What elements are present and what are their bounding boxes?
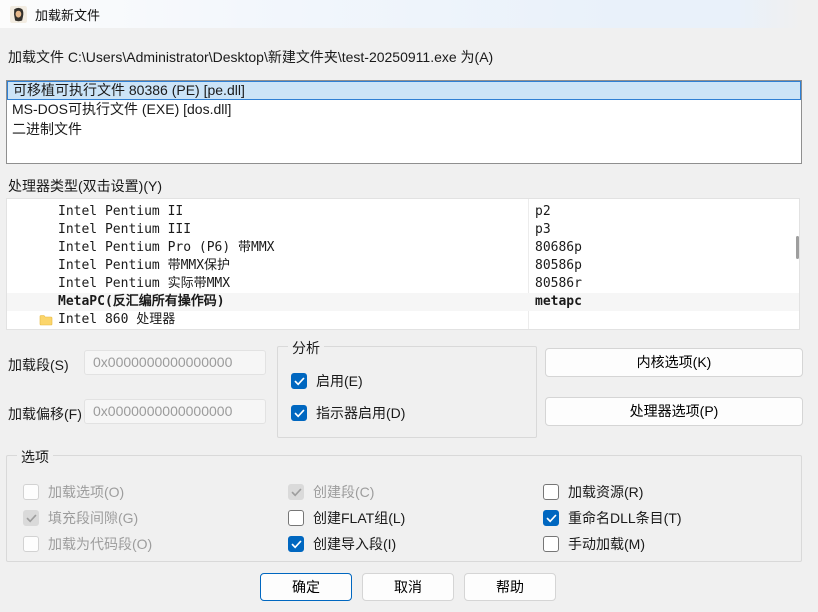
help-button[interactable]: 帮助 [464, 573, 556, 601]
load-file-label: 加载文件 C:\Users\Administrator\Desktop\新建文件… [8, 47, 493, 67]
checkbox-box[interactable] [288, 510, 304, 526]
checkbox-fill-segment-gaps: 填充段间隙(G) [23, 508, 138, 528]
processor-row[interactable]: Intel Pentium III p3 [7, 221, 799, 239]
processor-row[interactable]: Intel Pentium II p2 [7, 203, 799, 221]
checkbox-box [23, 484, 39, 500]
checkbox-load-resources[interactable]: 加载资源(R) [543, 482, 643, 502]
loader-item-pe[interactable]: 可移植可执行文件 80386 (PE) [pe.dll] [7, 81, 801, 100]
load-offset-input: 0x0000000000000000 [84, 399, 266, 424]
checkbox-analysis-enable[interactable]: 启用(E) [291, 371, 363, 391]
load-segment-label: 加载段(S) [8, 355, 69, 375]
checkbox-rename-dll-entries[interactable]: 重命名DLL条目(T) [543, 508, 682, 528]
loader-item-binary[interactable]: 二进制文件 [7, 120, 801, 140]
checkbox-indicator-enable[interactable]: 指示器启用(D) [291, 403, 405, 423]
window-title: 加载新文件 [35, 5, 100, 24]
title-bar: 加载新文件 [0, 0, 818, 28]
checkbox-manual-load[interactable]: 手动加载(M) [543, 534, 645, 554]
load-segment-input: 0x0000000000000000 [84, 350, 266, 375]
ok-button[interactable]: 确定 [260, 573, 352, 601]
checkbox-create-segments: 创建段(C) [288, 482, 374, 502]
processor-row[interactable]: Intel Pentium Pro (P6) 带MMX 80686p [7, 239, 799, 257]
checkbox-load-as-code-segment: 加载为代码段(O) [23, 534, 152, 554]
checkbox-box[interactable] [288, 536, 304, 552]
processor-list[interactable]: Intel Pentium II p2 Intel Pentium III p3… [6, 198, 800, 330]
checkbox-box[interactable] [543, 484, 559, 500]
checkbox-box [288, 484, 304, 500]
processor-row[interactable]: Intel Pentium 实际带MMX 80586r [7, 275, 799, 293]
processor-row-folder[interactable]: Intel 860 处理器 [7, 311, 799, 329]
analysis-group-title: 分析 [288, 338, 324, 358]
ida-app-icon [10, 6, 27, 23]
processor-row[interactable]: Intel Pentium 带MMX保护 80586p [7, 257, 799, 275]
folder-icon [39, 314, 53, 326]
loader-listbox[interactable]: 可移植可执行文件 80386 (PE) [pe.dll] MS-DOS可执行文件… [6, 80, 802, 164]
scrollbar-thumb[interactable] [796, 236, 799, 259]
checkbox-box[interactable] [291, 373, 307, 389]
loader-item-dos[interactable]: MS-DOS可执行文件 (EXE) [dos.dll] [7, 100, 801, 120]
load-offset-label: 加载偏移(F) [8, 404, 82, 424]
checkbox-box [23, 536, 39, 552]
analysis-group: 分析 启用(E) 指示器启用(D) [277, 346, 537, 438]
checkbox-box[interactable] [291, 405, 307, 421]
processor-options-button[interactable]: 处理器选项(P) [545, 397, 803, 426]
checkbox-load-options: 加载选项(O) [23, 482, 124, 502]
checkbox-create-import-segment[interactable]: 创建导入段(I) [288, 534, 396, 554]
checkbox-box[interactable] [543, 536, 559, 552]
checkbox-create-flat-group[interactable]: 创建FLAT组(L) [288, 508, 405, 528]
cancel-button[interactable]: 取消 [362, 573, 454, 601]
checkbox-box [23, 510, 39, 526]
processor-row-selected[interactable]: MetaPC(反汇编所有操作码) metapc [7, 293, 799, 311]
processor-type-label: 处理器类型(双击设置)(Y) [8, 176, 162, 196]
kernel-options-button[interactable]: 内核选项(K) [545, 348, 803, 377]
processor-row-folder[interactable]: Intel 960 处理器 [7, 329, 799, 330]
options-group-title: 选项 [17, 447, 53, 467]
checkbox-box[interactable] [543, 510, 559, 526]
options-group: 选项 加载选项(O) 填充段间隙(G) 加载为代码段(O) 创建段(C) 创建F… [6, 455, 802, 562]
